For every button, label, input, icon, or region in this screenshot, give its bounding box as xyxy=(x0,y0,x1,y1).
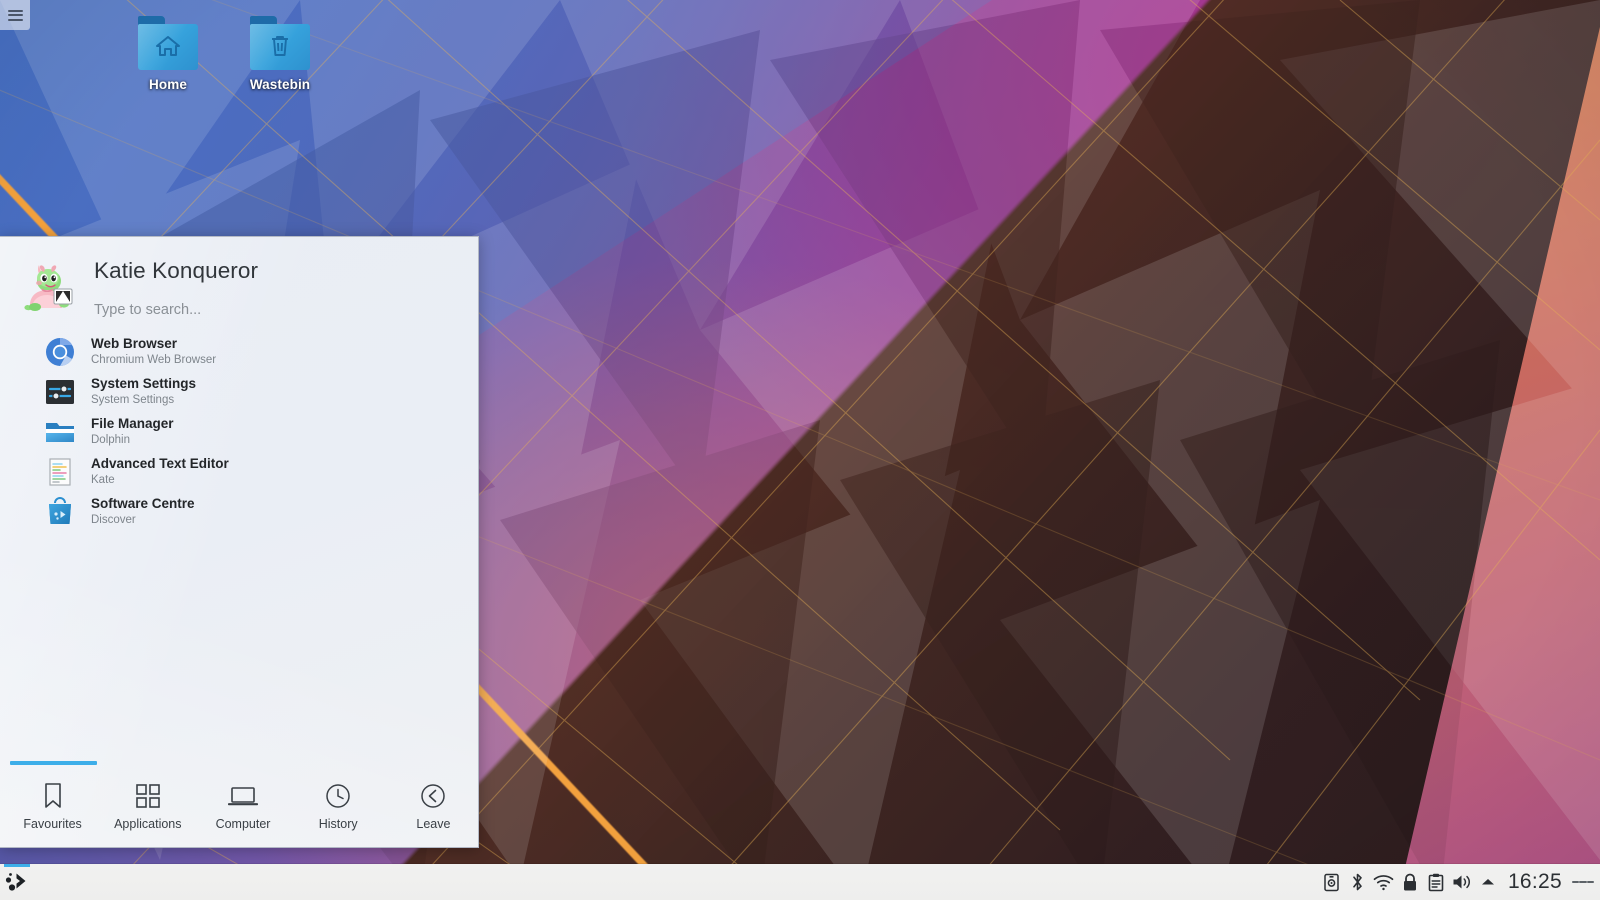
dolphin-folder-icon xyxy=(45,417,75,447)
menu-item-name: Advanced Text Editor xyxy=(91,456,229,472)
menu-item-sub: Chromium Web Browser xyxy=(91,354,217,367)
active-tab-indicator xyxy=(391,761,478,765)
tab-leave[interactable]: Leave xyxy=(389,772,478,831)
user-name: Katie Konqueror xyxy=(94,258,259,283)
bluetooth-icon[interactable] xyxy=(1345,864,1371,900)
kickoff-tab-bar: Favourites Applications Computer History… xyxy=(0,751,478,847)
application-menu[interactable]: Katie Konqueror Type to search... Web Br… xyxy=(0,236,479,848)
search-input[interactable]: Type to search... xyxy=(94,302,478,318)
menu-item-sub: Kate xyxy=(91,474,115,487)
active-tab-indicator xyxy=(296,761,383,765)
grid-icon xyxy=(135,782,161,810)
bookmark-icon xyxy=(43,782,63,810)
back-circle-icon xyxy=(420,782,446,810)
tab-label: Favourites xyxy=(23,817,82,831)
home-folder-icon xyxy=(138,16,198,70)
desktop-icon-wastebin[interactable]: Wastebin xyxy=(224,10,336,92)
menu-item-file-manager[interactable]: File Manager Dolphin xyxy=(0,412,478,452)
panel-hamburger-icon[interactable] xyxy=(1572,864,1594,900)
favourites-list: Web Browser Chromium Web Browser System … xyxy=(0,332,478,532)
tab-label: History xyxy=(318,817,358,831)
menu-item-name: File Manager xyxy=(91,416,174,432)
menu-item-web-browser[interactable]: Web Browser Chromium Web Browser xyxy=(0,332,478,372)
system-tray: 16:25 xyxy=(1319,864,1600,900)
tab-label: Leave xyxy=(416,817,451,831)
menu-item-sub: Dolphin xyxy=(91,434,130,447)
vault-lock-icon[interactable] xyxy=(1397,864,1423,900)
desktop-toolbox-button[interactable] xyxy=(0,0,30,30)
desktop-icon-home[interactable]: Home xyxy=(112,10,224,92)
desktop-icon-label: Wastebin xyxy=(249,77,311,92)
kate-document-icon xyxy=(45,457,75,487)
launcher-active-indicator xyxy=(4,864,30,867)
menu-item-name: Web Browser xyxy=(91,336,178,352)
menu-item-system-settings[interactable]: System Settings System Settings xyxy=(0,372,478,412)
discover-bag-icon xyxy=(45,496,75,527)
volume-icon[interactable] xyxy=(1449,864,1475,900)
laptop-icon xyxy=(228,782,258,810)
taskbar-panel: 16:25 xyxy=(0,864,1600,900)
tab-computer[interactable]: Computer xyxy=(198,772,287,831)
tab-applications[interactable]: Applications xyxy=(103,772,192,831)
system-settings-icon xyxy=(45,377,75,407)
tab-favourites[interactable]: Favourites xyxy=(8,761,97,831)
trash-folder-icon xyxy=(250,16,310,70)
chromium-icon xyxy=(45,337,75,367)
plasma-launcher-icon xyxy=(5,873,26,891)
hamburger-icon xyxy=(7,7,23,23)
kickoff-header: Katie Konqueror Type to search... xyxy=(0,237,478,318)
menu-item-name: Software Centre xyxy=(91,496,195,512)
desktop[interactable]: Home Wastebin Katie Konqueror Type to se… xyxy=(0,0,1600,900)
menu-filler xyxy=(0,532,478,751)
wifi-icon[interactable] xyxy=(1371,864,1397,900)
menu-item-name: System Settings xyxy=(91,376,197,392)
menu-item-sub: Discover xyxy=(91,514,136,527)
application-launcher-button[interactable] xyxy=(0,864,34,900)
katie-dragon-avatar xyxy=(24,265,73,311)
show-hidden-arrow-icon[interactable] xyxy=(1475,864,1501,900)
menu-item-software-centre[interactable]: Software Centre Discover xyxy=(0,492,478,532)
tab-history[interactable]: History xyxy=(294,772,383,831)
active-tab-indicator xyxy=(105,761,192,765)
menu-item-sub: System Settings xyxy=(91,394,175,407)
clipboard-icon[interactable] xyxy=(1423,864,1449,900)
active-tab-indicator xyxy=(10,761,97,765)
menu-item-advanced-text-editor[interactable]: Advanced Text Editor Kate xyxy=(0,452,478,492)
desktop-icon-label: Home xyxy=(149,77,187,92)
media-player-icon[interactable] xyxy=(1319,864,1345,900)
clock-icon xyxy=(325,782,351,810)
tab-label: Computer xyxy=(215,817,271,831)
digital-clock[interactable]: 16:25 xyxy=(1508,870,1562,894)
tab-label: Applications xyxy=(114,817,182,831)
active-tab-indicator xyxy=(200,761,287,765)
desktop-icon-container: Home Wastebin xyxy=(112,10,336,92)
